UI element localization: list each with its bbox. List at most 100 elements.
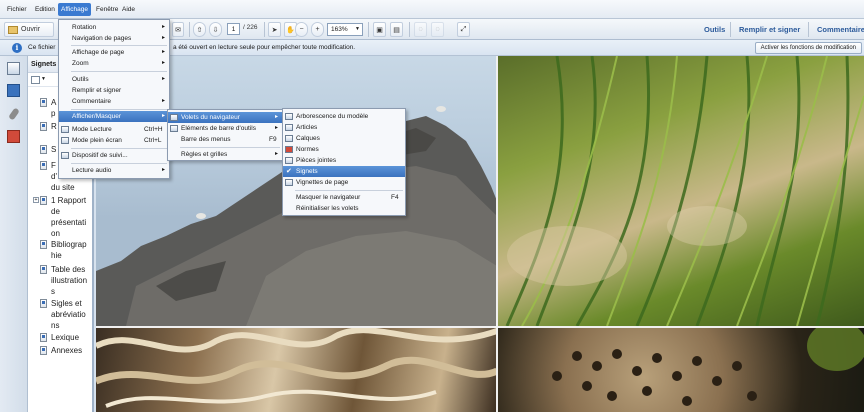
chevron-down-icon[interactable]: ▼ (41, 76, 46, 82)
bookmark-item[interactable]: de (51, 206, 60, 217)
bookmark-item[interactable]: du site (51, 182, 75, 193)
menu-item-remplir-signer[interactable]: Remplir et signer (59, 85, 169, 96)
signatures-icon[interactable] (7, 130, 20, 143)
expand-icon: ⤢ (460, 25, 467, 33)
menu-item-outils[interactable]: Outils ▸ (59, 74, 169, 85)
bookmark-item[interactable]: Bibliograp (51, 239, 87, 250)
menu-item-signets[interactable]: ✔ Signets (283, 166, 405, 177)
menu-item-label: Mode plein écran (72, 137, 122, 144)
menu-item-masquer-navigateur[interactable]: Masquer le navigateur F4 (283, 192, 405, 203)
bookmark-item[interactable]: F (51, 160, 56, 171)
fit-page-button[interactable]: ▣ (373, 22, 386, 37)
menu-item-pieces-jointes[interactable]: Pièces jointes (283, 155, 405, 166)
menu-item-navigation-pages[interactable]: Navigation de pages ▸ (59, 33, 169, 44)
menu-item-afficher-masquer[interactable]: Afficher/Masquer ▸ (59, 111, 169, 122)
menu-item-regles-grilles[interactable]: Règles et grilles ▸ (168, 149, 282, 160)
bookmark-item[interactable]: présentati (51, 217, 86, 228)
activate-editing-button[interactable]: Activer les fonctions de modification (754, 42, 862, 54)
expand-toggle[interactable]: + (33, 197, 39, 203)
bookmark-item[interactable]: d' (51, 171, 57, 182)
menu-shortcut: Ctrl+H (144, 126, 163, 133)
menu-item-arborescence-modele[interactable]: Arborescence du modèle (283, 111, 405, 122)
comment-tool-button[interactable]: ◌ (414, 22, 427, 37)
fit-width-button[interactable]: ▤ (390, 22, 403, 37)
open-button[interactable]: Ouvrir (4, 22, 54, 37)
menu-item-label: Afficher/Masquer (72, 113, 122, 120)
menu-aide[interactable]: Aide (119, 3, 138, 16)
menu-item-lecture-audio[interactable]: Lecture audio ▸ (59, 165, 169, 176)
bookmark-item[interactable]: Lexique (51, 332, 79, 343)
highlight-tool-button[interactable]: ◌ (431, 22, 444, 37)
menu-item-barre-menus[interactable]: Barre des menus F9 (168, 134, 282, 145)
expand-button[interactable]: ⤢ (457, 22, 470, 37)
zoom-out-button[interactable]: − (295, 22, 308, 37)
bookmark-icon (40, 161, 47, 170)
menu-item-dispositif-suivi[interactable]: Dispositif de suivi... (59, 150, 169, 161)
menu-item-label: Volets du navigateur (181, 114, 240, 121)
articles-icon (285, 124, 293, 131)
bookmarks-icon[interactable] (7, 84, 20, 97)
menu-item-elements-barre-outils[interactable]: Eléments de barre d'outils ▸ (168, 123, 282, 134)
email-button[interactable]: ✉ (172, 22, 184, 37)
menu-item-zoom[interactable]: Zoom ▸ (59, 58, 169, 69)
menu-item-vignettes-page[interactable]: Vignettes de page (283, 177, 405, 188)
menu-item-label: Outils (72, 76, 89, 83)
bookmark-item[interactable]: Table des (51, 264, 85, 275)
submenu-arrow-icon: ▸ (274, 114, 278, 120)
bookmark-item[interactable]: on (51, 228, 60, 239)
bookmark-item[interactable]: S (51, 144, 56, 155)
bookmark-item[interactable]: ns (51, 320, 59, 331)
fullscreen-icon (61, 137, 69, 144)
previous-page-button[interactable]: ⇧ (193, 22, 206, 37)
menu-item-mode-lecture[interactable]: Mode Lecture Ctrl+H (59, 124, 169, 135)
page-thumbnails-icon[interactable] (7, 62, 20, 75)
menu-item-rotation[interactable]: Rotation ▸ (59, 22, 169, 33)
fit-width-icon: ▤ (393, 26, 400, 34)
menu-item-label: Signets (296, 168, 318, 175)
zoom-select[interactable]: 163% ▼ (327, 23, 363, 36)
options-menu-icon[interactable] (31, 76, 40, 84)
zoom-in-button[interactable]: + (311, 22, 324, 37)
menu-item-articles[interactable]: Articles (283, 122, 405, 133)
photo-seagrass (497, 56, 864, 326)
paperclip-icon[interactable] (8, 107, 20, 121)
bookmark-item[interactable]: Sigles et (51, 298, 82, 309)
menu-separator (71, 109, 167, 110)
select-tool-button[interactable]: ➤ (268, 22, 281, 37)
menu-item-calques[interactable]: Calques (283, 133, 405, 144)
bookmark-item[interactable]: p (51, 108, 55, 119)
menu-affichage[interactable]: Affichage (58, 3, 91, 16)
menu-fichier[interactable]: Fichier (4, 3, 30, 16)
menu-item-commentaire[interactable]: Commentaire ▸ (59, 96, 169, 107)
info-icon: i (12, 43, 22, 53)
bookmark-item[interactable]: R (51, 121, 57, 132)
bookmark-icon (40, 122, 47, 131)
next-page-button[interactable]: ⇩ (209, 22, 222, 37)
bookmark-item[interactable]: hie (51, 250, 62, 261)
bookmark-item[interactable]: abréviatio (51, 309, 86, 320)
menu-item-affichage-page[interactable]: Affichage de page ▸ (59, 47, 169, 58)
bookmark-item[interactable]: 1 Rapport (51, 195, 86, 206)
bookmark-item[interactable]: s (51, 286, 55, 297)
fill-sign-link[interactable]: Remplir et signer (739, 25, 800, 34)
infobar-text-left: Ce fichier (28, 44, 56, 51)
submenu-arrow-icon: ▸ (274, 125, 278, 131)
menu-item-label: Zoom (72, 60, 89, 67)
menu-separator (71, 45, 167, 46)
tools-link[interactable]: Outils (704, 25, 725, 34)
menu-item-plein-ecran[interactable]: Mode plein écran Ctrl+L (59, 135, 169, 146)
comment-link[interactable]: Commentaire (817, 25, 864, 34)
menu-edition[interactable]: Edition (32, 3, 58, 16)
photo-honeycomb-reef (497, 326, 864, 412)
menu-item-volets-navigateur[interactable]: Volets du navigateur ▸ (168, 112, 282, 123)
menu-fenetre[interactable]: Fenêtre (93, 3, 121, 16)
submenu-arrow-icon: ▸ (161, 98, 165, 104)
standards-icon (285, 146, 293, 153)
bookmark-item[interactable]: Annexes (51, 345, 82, 356)
menu-item-normes[interactable]: Normes (283, 144, 405, 155)
menu-item-reinitialiser-volets[interactable]: Réinitialiser les volets (283, 203, 405, 214)
bookmark-item[interactable]: illustration (51, 275, 87, 286)
page-number-input[interactable]: 1 (227, 23, 240, 35)
bookmark-item[interactable]: A (51, 97, 56, 108)
afficher-masquer-submenu: Volets du navigateur ▸ Eléments de barre … (167, 109, 283, 161)
